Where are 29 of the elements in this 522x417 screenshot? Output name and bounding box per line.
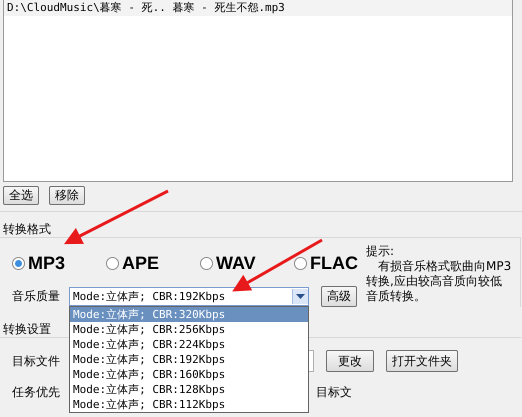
group-title: 转换格式 — [2, 221, 51, 237]
quality-label: 音乐质量 — [12, 288, 60, 305]
format-radio[interactable]: APE — [106, 252, 200, 274]
list-button[interactable]: 全选 — [3, 186, 39, 205]
format-label: FLAC — [310, 252, 358, 274]
change-button[interactable]: 更改 — [326, 350, 374, 372]
format-radio[interactable]: MP3 — [12, 252, 106, 274]
tip-title: 提示: — [366, 244, 396, 259]
radio-icon[interactable] — [12, 256, 25, 270]
format-label: APE — [122, 252, 160, 274]
priority-label: 任务优先 — [12, 384, 60, 401]
format-radio[interactable]: WAV — [200, 252, 294, 274]
list-button[interactable]: 移除 — [49, 186, 85, 205]
open-folder-button[interactable]: 打开文件夹 — [386, 350, 458, 372]
target-folder-label: 目标文件 — [12, 352, 60, 370]
tip-text: 音质转换。 — [366, 289, 427, 304]
tip-text: 有损音乐格式歌曲向MP3 — [377, 259, 512, 274]
radio-icon[interactable] — [294, 256, 307, 270]
format-radio[interactable]: FLAC — [294, 252, 358, 274]
group-title: 转换设置 — [2, 321, 51, 337]
format-label: WAV — [216, 252, 256, 274]
select-value: Mode:立体声; CBR:192Kbps — [72, 289, 226, 304]
target-file-label: 目标文 — [316, 384, 352, 401]
radio-icon[interactable] — [200, 256, 213, 270]
format-label: MP3 — [28, 252, 66, 274]
file-row[interactable]: D:\CloudMusic\暮寒 - 死.. 暮寒 - 死生不怨.mp3 — [4, 0, 512, 16]
advanced-button[interactable]: 高级 — [321, 286, 357, 307]
radio-icon[interactable] — [106, 256, 119, 270]
tip-text: 转换,应由较高音质向较低 — [366, 274, 503, 289]
